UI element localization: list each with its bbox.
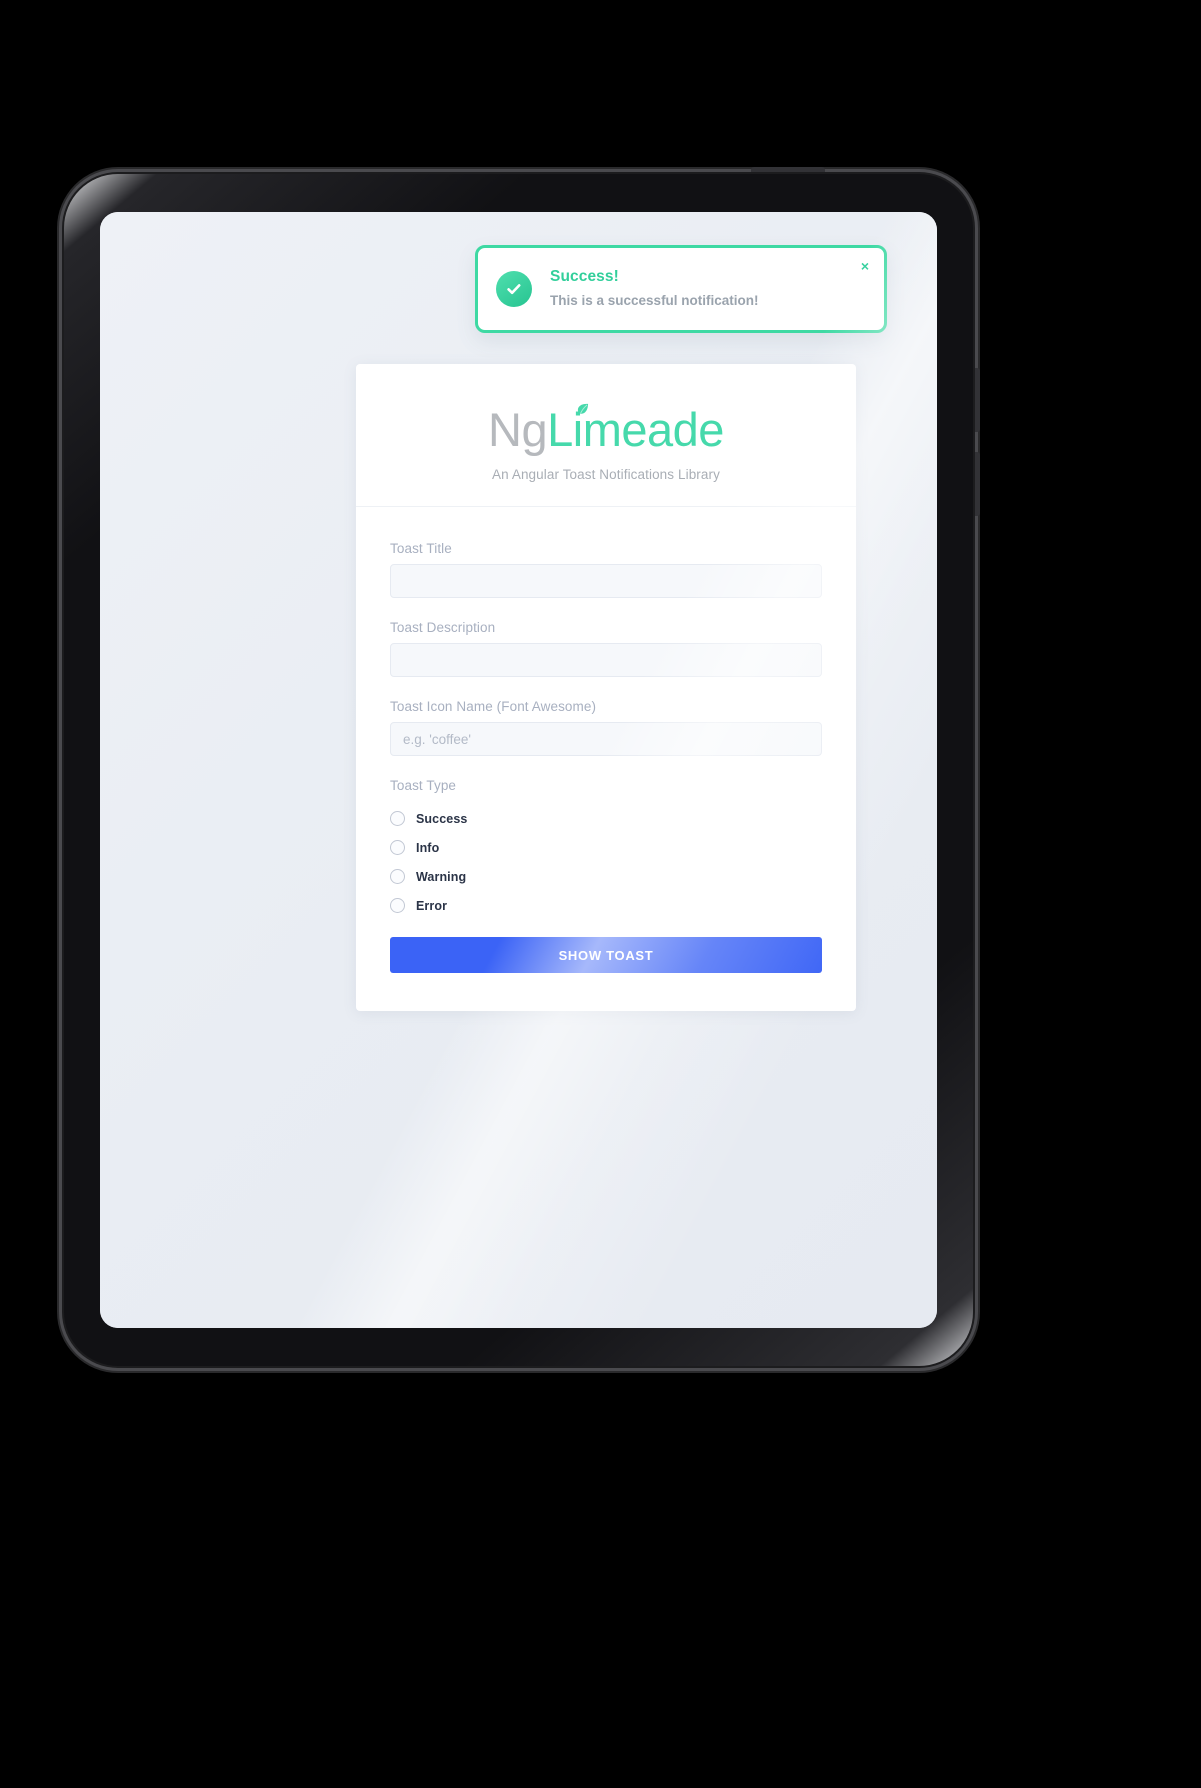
field-toast-icon-name: Toast Icon Name (Font Awesome)	[390, 699, 822, 756]
radio-option-warning[interactable]: Warning	[390, 869, 822, 884]
logo-prefix: Ng	[488, 403, 548, 456]
toast-message: This is a successful notification!	[550, 293, 759, 309]
radio-circle-icon[interactable]	[390, 840, 405, 855]
radio-label-warning: Warning	[416, 869, 467, 884]
radio-label-info: Info	[416, 840, 440, 855]
check-circle-icon	[496, 271, 532, 307]
toast-icon-name-input[interactable]	[390, 722, 822, 756]
radio-label-error: Error	[416, 898, 448, 913]
show-toast-button[interactable]: SHOW TOAST	[390, 937, 822, 973]
card-header: NgLimeade An Angular Toast Notifications…	[356, 364, 856, 507]
radio-circle-icon[interactable]	[390, 811, 405, 826]
toast-text-block: Success! This is a successful notificati…	[550, 267, 866, 310]
field-toast-title: Toast Title	[390, 541, 822, 598]
field-label-toast-title: Toast Title	[390, 541, 452, 556]
tablet-device-frame: Success! This is a successful notificati…	[62, 167, 980, 1368]
radio-option-info[interactable]: Info	[390, 840, 822, 855]
toast-title: Success!	[550, 268, 619, 286]
field-toast-type: Toast Type Success Info Warning Error	[390, 778, 822, 913]
radio-label-success: Success	[416, 811, 468, 826]
power-button[interactable]	[751, 167, 825, 172]
app-screen: Success! This is a successful notificati…	[100, 212, 937, 1328]
leaf-icon	[577, 403, 589, 414]
toast-notification-success[interactable]: Success! This is a successful notificati…	[475, 245, 887, 333]
app-logo: NgLimeade	[488, 403, 724, 456]
volume-down-button[interactable]	[975, 452, 980, 516]
radio-circle-icon[interactable]	[390, 898, 405, 913]
field-label-toast-icon-name: Toast Icon Name (Font Awesome)	[390, 699, 597, 714]
tablet-screen: Success! This is a successful notificati…	[100, 212, 937, 1328]
close-icon[interactable]: ×	[857, 256, 873, 276]
radio-option-error[interactable]: Error	[390, 898, 822, 913]
logo-suffix: Limeade	[547, 403, 724, 456]
radio-circle-icon[interactable]	[390, 869, 405, 884]
app-tagline: An Angular Toast Notifications Library	[492, 467, 720, 482]
toast-title-input[interactable]	[390, 564, 822, 598]
toast-builder-card: NgLimeade An Angular Toast Notifications…	[356, 364, 856, 1011]
field-label-toast-description: Toast Description	[390, 620, 496, 635]
volume-up-button[interactable]	[975, 368, 980, 432]
field-label-toast-type: Toast Type	[390, 778, 457, 793]
toast-description-input[interactable]	[390, 643, 822, 677]
field-toast-description: Toast Description	[390, 620, 822, 677]
radio-option-success[interactable]: Success	[390, 811, 822, 826]
card-body: Toast Title Toast Description Toast Icon…	[356, 507, 856, 1011]
